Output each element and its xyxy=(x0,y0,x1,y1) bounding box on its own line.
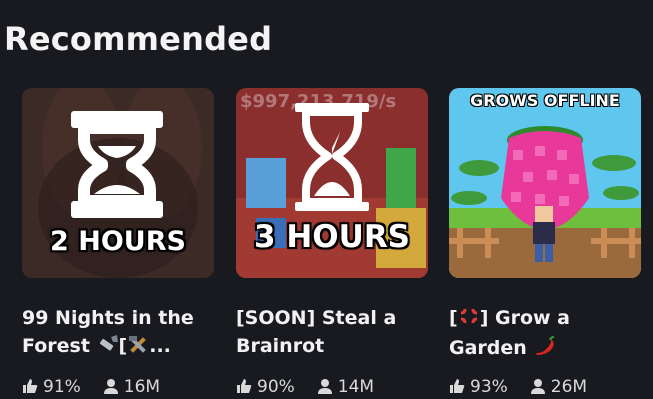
thumbs-up-icon xyxy=(236,378,252,399)
hammer-and-wrench-icon xyxy=(127,334,149,362)
game-thumbnail[interactable]: $997,213,719/s 3 HOURS xyxy=(236,88,428,278)
time-remaining-label: 3 HOURS xyxy=(253,219,411,255)
grows-offline-banner: GROWS OFFLINE xyxy=(470,91,620,110)
player-count-icon xyxy=(317,378,333,399)
game-stats: 93% 26M xyxy=(449,377,587,399)
time-remaining-label: 2 HOURS xyxy=(50,226,186,257)
anger-symbol-icon xyxy=(458,306,480,334)
game-title[interactable]: 99 Nights in the Forest [ ... xyxy=(22,304,214,362)
game-title[interactable]: [ ] Grow a Garden xyxy=(449,304,641,364)
game-card-grow-a-garden[interactable]: GROWS OFFLINE [ ] Grow a Garden xyxy=(449,88,641,364)
thumbs-up-icon xyxy=(449,378,465,399)
game-thumbnail[interactable]: 2 HOURS xyxy=(22,88,214,278)
chili-pepper-icon xyxy=(533,336,557,364)
player-count-icon xyxy=(530,378,546,399)
game-card-steal-a-brainrot[interactable]: $997,213,719/s 3 HOURS [SOON] Steal a Br… xyxy=(236,88,428,360)
thumbs-up-icon xyxy=(22,378,38,399)
game-title[interactable]: [SOON] Steal a Brainrot xyxy=(236,304,428,360)
game-thumbnail[interactable]: GROWS OFFLINE xyxy=(449,88,641,278)
game-stats: 90% 14M xyxy=(236,377,374,399)
money-overlay-text: $997,213,719/s xyxy=(240,91,397,112)
recommended-section-title: Recommended xyxy=(4,20,273,58)
game-stats: 91% 16M xyxy=(22,377,160,399)
flashlight-icon xyxy=(97,334,119,362)
player-count-icon xyxy=(103,378,119,399)
thumbnail-art xyxy=(449,88,641,278)
game-card-99-nights[interactable]: 2 HOURS 99 Nights in the Forest [ ... xyxy=(22,88,214,362)
